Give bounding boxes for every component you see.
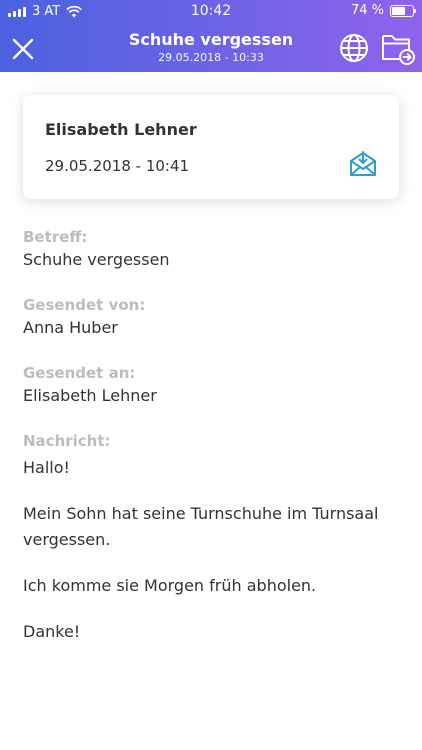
subject-value: Schuhe vergessen: [23, 250, 170, 269]
status-bar: 3 AT 10:42 74 %: [0, 0, 422, 24]
sender-field: Gesendet von: Anna Huber: [23, 296, 403, 342]
folder-move-icon: [382, 35, 415, 65]
mail-download-button[interactable]: [348, 148, 378, 178]
globe-icon: [340, 34, 368, 62]
sender-value: Anna Huber: [23, 318, 118, 337]
received-date: 29.05.2018 - 10:41: [45, 157, 190, 175]
page-subtitle: 29.05.2018 - 10:33: [158, 51, 264, 64]
recipient-label: Gesendet an:: [23, 364, 136, 382]
recipient-value: Elisabeth Lehner: [23, 386, 157, 405]
message-paragraph: Hallo!: [23, 458, 70, 477]
page-title: Schuhe vergessen: [128, 30, 294, 49]
mail-download-icon: [350, 151, 376, 176]
message-details: Betreff: Schuhe vergessen Gesendet von: …: [23, 228, 403, 665]
message-paragraph: Ich komme sie Morgen früh abholen.: [23, 576, 317, 595]
message-paragraph: Mein Sohn hat seine Turnschuhe im Turnsa…: [23, 504, 379, 549]
translate-button[interactable]: [338, 32, 370, 64]
header-bar: 3 AT 10:42 74 % Schuhe vergessen 29.05.2…: [0, 0, 422, 72]
battery-icon: [390, 4, 416, 17]
subject-label: Betreff:: [23, 228, 88, 246]
close-button[interactable]: [10, 36, 36, 62]
recipient-field: Gesendet an: Elisabeth Lehner: [23, 364, 403, 410]
close-icon: [12, 38, 34, 60]
message-field: Nachricht: Hallo! Mein Sohn hat seine Tu…: [23, 432, 403, 645]
battery-fill: [392, 6, 406, 15]
message-paragraph: Danke!: [23, 622, 81, 641]
subject-field: Betreff: Schuhe vergessen: [23, 228, 403, 274]
message-label: Nachricht:: [23, 432, 111, 450]
sender-card: Elisabeth Lehner 29.05.2018 - 10:41: [23, 95, 399, 199]
move-to-folder-button[interactable]: [380, 30, 416, 66]
battery-label: 74 %: [350, 3, 384, 18]
recipient-name: Elisabeth Lehner: [45, 120, 197, 139]
sender-label: Gesendet von:: [23, 296, 146, 314]
